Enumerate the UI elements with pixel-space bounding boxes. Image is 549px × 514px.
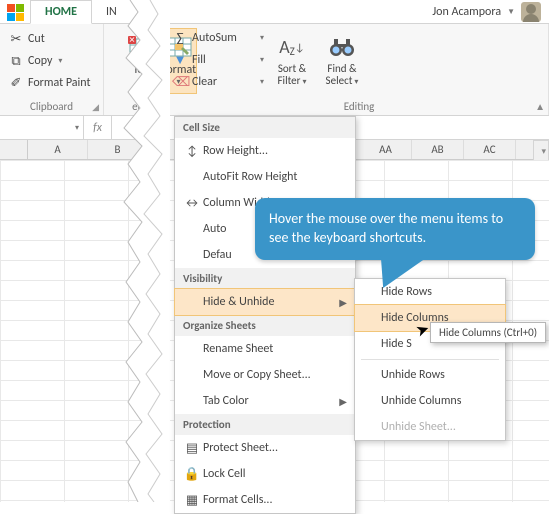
clear-button[interactable]: ⌫ Clear ▾ — [172, 72, 264, 92]
menu-autofit-row[interactable]: AutoFit Row Height — [175, 164, 355, 190]
copy-button[interactable]: ⧉ Copy ▾ — [8, 50, 95, 72]
submenu-unhide-rows[interactable]: Unhide Rows — [355, 362, 505, 388]
delete-icon: ✕ — [123, 33, 155, 61]
caret-down-icon: ▾ — [260, 55, 264, 65]
name-box[interactable]: ▾ — [0, 116, 84, 139]
copy-icon: ⧉ — [8, 53, 24, 69]
caret-down-icon: ▾ — [137, 77, 141, 87]
submenu-arrow-icon: ▶ — [339, 296, 347, 309]
submenu-unhide-sheet: Unhide Sheet... — [355, 414, 505, 440]
autosum-label: AutoSum — [192, 31, 237, 45]
menu-section-protection: Protection — [175, 414, 355, 435]
fx-icon[interactable]: fx — [84, 116, 112, 139]
copy-label: Copy — [28, 54, 52, 68]
row-height-icon: ↕ — [181, 144, 203, 159]
user-name: Jon Acampora — [432, 5, 501, 19]
col-header[interactable]: A — [28, 140, 88, 159]
eraser-icon: ⌫ — [172, 75, 188, 90]
group-title-clipboard: Clipboard ◢ — [8, 98, 95, 113]
avatar — [521, 2, 541, 22]
group-title-cells: ells — [124, 98, 155, 113]
sigma-icon: ∑ — [172, 31, 188, 46]
submenu-arrow-icon: ▶ — [339, 395, 347, 408]
group-cells: ✕ lete ▾ Format ▾ ells — [104, 24, 164, 115]
format-cells-icon: ▦ — [181, 493, 203, 508]
fill-button[interactable]: ▼ Fill ▾ — [172, 50, 264, 70]
menu-rename-sheet[interactable]: Rename Sheet — [175, 336, 355, 362]
fill-label: Fill — [192, 53, 206, 67]
format-painter-button[interactable]: ✐ Format Paint — [8, 72, 95, 94]
tooltip: Hide Columns (Ctrl+0) — [430, 322, 546, 343]
group-clipboard: ✂ Cut ⧉ Copy ▾ ✐ Format Paint Clipboard … — [0, 24, 104, 115]
svg-text:✕: ✕ — [129, 36, 136, 46]
lock-icon: 🔒 — [181, 467, 203, 482]
formula-expand[interactable]: ▾ — [533, 140, 549, 162]
menu-tab-color[interactable]: Tab Color ▶ — [175, 388, 355, 414]
ribbon-tab-row: HOME IN Jon Acampora ▼ — [0, 0, 549, 24]
paintbrush-icon: ✐ — [8, 75, 24, 91]
ribbon: ✂ Cut ⧉ Copy ▾ ✐ Format Paint Clipboard … — [0, 24, 549, 116]
find-select-button[interactable]: Find &Select▾ — [318, 28, 366, 94]
annotation-callout: Hover the mouse over the menu items to s… — [255, 198, 535, 260]
tab-partial[interactable]: IN — [92, 1, 120, 23]
menu-section-cell-size: Cell Size — [175, 117, 355, 138]
sort-filter-button[interactable]: AZ↓ Sort &Filter▾ — [268, 28, 316, 94]
col-header[interactable]: AC — [464, 140, 516, 159]
format-dropdown-menu: Cell Size ↕ Row Height... AutoFit Row He… — [174, 116, 356, 514]
menu-lock-cell[interactable]: 🔒 Lock Cell — [175, 461, 355, 487]
menu-move-copy-sheet[interactable]: Move or Copy Sheet... — [175, 362, 355, 388]
group-title-editing: Editing — [172, 98, 546, 113]
menu-protect-sheet[interactable]: ▤ Protect Sheet... — [175, 435, 355, 461]
menu-hide-unhide[interactable]: Hide & Unhide ▶ — [175, 289, 355, 315]
autosum-button[interactable]: ∑ AutoSum ▾ — [172, 28, 264, 48]
clear-label: Clear — [192, 75, 217, 89]
delete-button[interactable]: ✕ lete ▾ — [124, 28, 154, 94]
protect-sheet-icon: ▤ — [181, 441, 203, 456]
menu-format-cells[interactable]: ▦ Format Cells... — [175, 487, 355, 513]
menu-row-height[interactable]: ↕ Row Height... — [175, 138, 355, 164]
cut-label: Cut — [28, 32, 45, 46]
caret-down-icon: ▾ — [58, 56, 62, 66]
sort-icon: AZ↓ — [276, 33, 308, 61]
ribbon-collapse-icon[interactable]: ▲ — [535, 100, 545, 113]
col-header[interactable]: AB — [412, 140, 464, 159]
col-width-icon: ↔ — [181, 196, 203, 211]
format-painter-label: Format Paint — [28, 76, 90, 90]
fill-down-icon: ▼ — [172, 52, 188, 68]
tab-home[interactable]: HOME — [30, 0, 92, 24]
delete-label: lete — [125, 63, 153, 77]
menu-section-organize: Organize Sheets — [175, 315, 355, 336]
hide-unhide-submenu: Hide Rows Hide Columns Hide S Unhide Row… — [354, 278, 506, 441]
dialog-launcher-icon[interactable]: ◢ — [92, 102, 99, 113]
col-header[interactable]: AA — [360, 140, 412, 159]
user-account[interactable]: Jon Acampora ▼ — [432, 2, 541, 22]
caret-down-icon: ▾ — [75, 123, 79, 133]
menu-section-visibility: Visibility — [175, 268, 355, 289]
window-icon — [6, 3, 24, 21]
menu-separator — [361, 359, 499, 360]
caret-down-icon: ▼ — [507, 7, 515, 17]
select-all-corner[interactable] — [0, 140, 28, 159]
caret-down-icon: ▾ — [260, 33, 264, 43]
col-header[interactable]: B — [88, 140, 148, 159]
binoculars-icon — [326, 33, 358, 61]
submenu-unhide-columns[interactable]: Unhide Columns — [355, 388, 505, 414]
group-editing: ∑ AutoSum ▾ ▼ Fill ▾ ⌫ Clear ▾ AZ↓ — [164, 24, 549, 115]
cut-button[interactable]: ✂ Cut — [8, 28, 95, 50]
scissors-icon: ✂ — [8, 31, 24, 47]
caret-down-icon: ▾ — [260, 77, 264, 87]
